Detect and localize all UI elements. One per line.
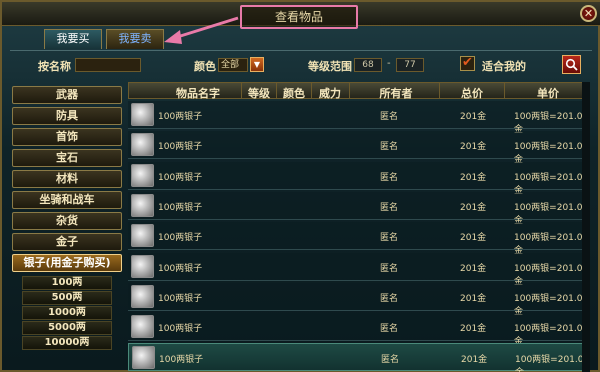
item-name-cell: 100两银子 (158, 233, 203, 244)
silver-ingot-icon (131, 103, 154, 126)
silver-ingot-icon (131, 133, 154, 157)
category-weapons[interactable]: 武器 (12, 86, 122, 104)
total-price-cell: 201金 (460, 324, 487, 335)
owner-cell: 匿名 (381, 355, 400, 366)
table-row[interactable]: 100两银子匿名201金100两银=201.0金 (128, 161, 590, 196)
close-button[interactable]: ✕ (580, 5, 597, 22)
category-materials[interactable]: 材料 (12, 170, 122, 188)
table-row[interactable]: 100两银子匿名201金100两银=201.0金 (128, 191, 590, 226)
item-name-cell: 100两银子 (158, 293, 203, 304)
header-divider (349, 83, 350, 99)
table-row[interactable]: 100两银子匿名201金100两银=201.0金 (128, 131, 590, 165)
owner-cell: 匿名 (380, 293, 399, 304)
header-total-price[interactable]: 总价 (441, 85, 503, 101)
header-color[interactable]: 颜色 (278, 85, 310, 101)
silver-ingot-icon (131, 284, 154, 308)
category-gems[interactable]: 宝石 (12, 149, 122, 167)
scrollbar[interactable] (582, 82, 590, 372)
category-gold[interactable]: 金子 (12, 233, 122, 251)
owner-cell: 匿名 (380, 324, 399, 335)
table-row[interactable]: 100两银子匿名201金100两银=201.0金 (128, 101, 590, 135)
item-name-cell: 100两银子 (159, 355, 204, 366)
header-level[interactable]: 等级 (243, 85, 275, 101)
subcategory-500[interactable]: 500两 (22, 291, 112, 305)
color-dropdown-button[interactable]: ▼ (250, 57, 264, 72)
silver-ingot-icon (131, 254, 154, 278)
silver-ingot-icon (131, 193, 154, 217)
total-price-cell: 201金 (460, 263, 487, 274)
item-name-cell: 100两银子 (158, 263, 203, 274)
silver-ingot-icon (131, 224, 154, 248)
header-owner[interactable]: 所有者 (353, 85, 439, 101)
subcategory-10000[interactable]: 10000两 (22, 336, 112, 350)
header-item-name[interactable]: 物品名字 (159, 85, 237, 101)
header-unit-price[interactable]: 单价 (506, 85, 590, 101)
category-silver[interactable]: 银子(用金子购买) (12, 254, 122, 272)
category-armor[interactable]: 防具 (12, 107, 122, 125)
category-mounts[interactable]: 坐骑和战车 (12, 191, 122, 209)
table-row[interactable]: 100两银子 匿名 201金 100两银=201.0金 (128, 343, 590, 372)
total-price-cell: 201金 (460, 172, 487, 183)
category-misc[interactable]: 杂货 (12, 212, 122, 230)
owner-cell: 匿名 (380, 233, 399, 244)
level-range-label: 等级范围 (308, 60, 352, 73)
category-panel: 武器 防具 首饰 宝石 材料 坐骑和战车 杂货 金子 银子(用金子购买) 100… (10, 82, 126, 372)
header-divider (439, 83, 440, 99)
item-name-cell: 100两银子 (158, 112, 203, 122)
owner-cell: 匿名 (380, 142, 399, 153)
table-header: 物品名字 等级 颜色 威力 所有者 总价 单价 (128, 82, 590, 101)
level-min-input[interactable]: 68 (354, 58, 382, 72)
header-power[interactable]: 威力 (313, 85, 347, 101)
total-price-cell: 201金 (461, 355, 488, 366)
table-row[interactable]: 100两银子匿名201金100两银=201.0金 (128, 252, 590, 287)
color-select[interactable]: 全部 (218, 58, 248, 72)
tab-sell[interactable]: 我要卖 (106, 29, 164, 49)
annotation-arrow-icon (164, 16, 239, 44)
category-jewelry[interactable]: 首饰 (12, 128, 122, 146)
subcategory-100[interactable]: 100两 (22, 276, 112, 290)
item-name-cell: 100两银子 (158, 172, 203, 183)
table-row[interactable]: 100两银子匿名201金100两银=201.0金 (128, 313, 590, 347)
table-row[interactable]: 100两银子匿名201金100两银=201.0金 (128, 222, 590, 256)
color-filter-label: 颜色 (194, 60, 216, 73)
owner-cell: 匿名 (380, 263, 399, 274)
silver-ingot-icon (131, 163, 154, 187)
window-title: 查看物品 (240, 5, 358, 29)
total-price-cell: 201金 (460, 293, 487, 304)
header-divider (276, 83, 277, 99)
item-name-cell: 100两银子 (158, 324, 203, 335)
silver-ingot-icon (132, 346, 155, 370)
total-price-cell: 201金 (460, 142, 487, 153)
silver-ingot-icon (131, 315, 154, 339)
item-name-cell: 100两银子 (158, 142, 203, 153)
total-price-cell: 201金 (460, 202, 487, 213)
name-search-input[interactable] (75, 58, 141, 72)
owner-cell: 匿名 (380, 172, 399, 183)
auction-window: 查看物品 ✕ 我要买 我要卖 按名称 颜色 全部 ▼ 等级范围 68 - 77 … (0, 0, 600, 372)
search-icon (565, 58, 578, 71)
name-filter-label: 按名称 (38, 60, 71, 73)
listing-table: 物品名字 等级 颜色 威力 所有者 总价 单价 100两银子 匿名 201金 100两… (128, 82, 592, 372)
total-price-cell: 201金 (460, 112, 487, 122)
owner-cell: 匿名 (380, 112, 399, 122)
unit-price-cell: 100两银=201.0金 (515, 355, 584, 372)
search-button[interactable] (562, 55, 581, 74)
item-name-cell: 100两银子 (158, 202, 203, 213)
tab-buy[interactable]: 我要买 (44, 29, 102, 49)
level-max-input[interactable]: 77 (396, 58, 424, 72)
subcategory-5000[interactable]: 5000两 (22, 321, 112, 335)
fit-me-checkbox[interactable]: ✔ (460, 56, 475, 71)
fit-me-label: 适合我的 (482, 60, 526, 73)
header-divider (311, 83, 312, 99)
subcategory-1000[interactable]: 1000两 (22, 306, 112, 320)
header-divider (241, 83, 242, 99)
header-divider (504, 83, 505, 99)
level-range-dash: - (387, 58, 391, 69)
table-row[interactable]: 100两银子匿名201金100两银=201.0金 (128, 282, 590, 317)
owner-cell: 匿名 (380, 202, 399, 213)
total-price-cell: 201金 (460, 233, 487, 244)
